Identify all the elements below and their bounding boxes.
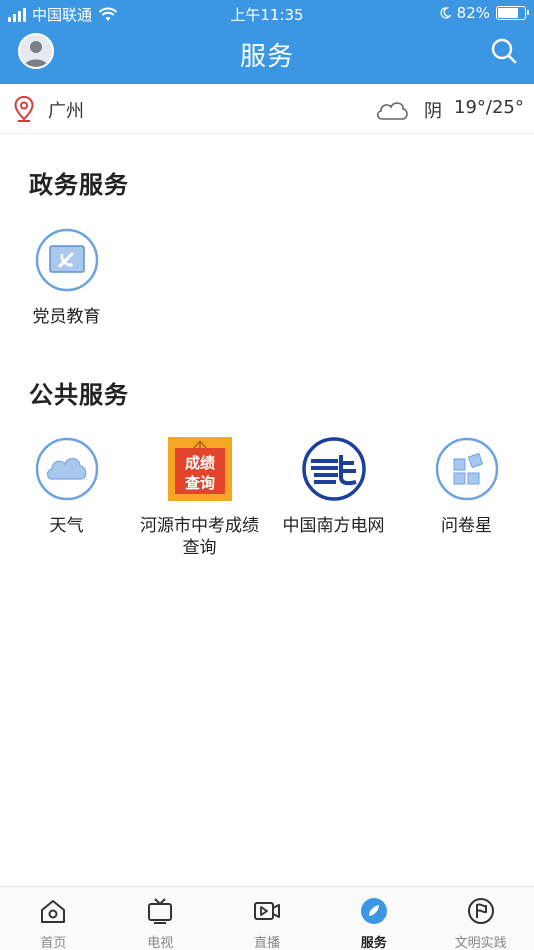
service-label: 党员教育 [32, 307, 101, 327]
tab-live[interactable]: 直播 [214, 887, 321, 950]
live-video-icon [253, 902, 280, 920]
status-bar: 中国联通 上午11:35 82% [0, 0, 534, 28]
battery-percent: 82% [456, 4, 490, 22]
flag-circle-icon [467, 898, 494, 924]
tab-label: 服务 [360, 936, 387, 950]
service-label: 天气 [49, 516, 84, 536]
tab-label: 电视 [147, 936, 174, 950]
moon-icon [440, 7, 451, 19]
weather-condition: 阴 [424, 101, 442, 122]
page-title: 服务 [239, 42, 294, 72]
tab-services[interactable]: 服务 [320, 887, 427, 950]
tab-label: 首页 [40, 936, 67, 950]
score-icon-text-2: 查询 [184, 474, 214, 492]
service-score-query[interactable]: 成绩 查询 河源市中考成绩查询 [133, 437, 266, 559]
party-flag-icon [35, 228, 98, 292]
top-bar: 中国联通 上午11:35 82% 服务 [0, 0, 534, 84]
score-query-icon: 成绩 查询 [167, 437, 232, 501]
cloudy-weather-icon [376, 102, 408, 120]
location-weather-row: 广州 阴 19°/25° [0, 84, 534, 134]
service-power-grid[interactable]: 中国南方电网 [267, 437, 400, 537]
section-title-public-services: 公共服务 [29, 381, 129, 409]
service-party-education[interactable]: 党员教育 [0, 228, 133, 328]
search-icon[interactable] [490, 37, 518, 65]
compass-icon [360, 898, 387, 924]
app-header: 服务 [0, 28, 534, 84]
tab-home[interactable]: 首页 [0, 887, 107, 950]
bottom-tab-bar: 首页 电视 直播 服务 文明实践 [0, 886, 534, 950]
survey-icon [435, 437, 498, 501]
tab-civilization-practice[interactable]: 文明实践 [427, 887, 534, 950]
service-survey-star[interactable]: 问卷星 [400, 437, 533, 537]
cloud-icon [35, 437, 98, 501]
service-label: 中国南方电网 [282, 516, 385, 536]
service-weather[interactable]: 天气 [0, 437, 133, 537]
temperature-range: 19°/25° [454, 97, 524, 118]
location-pin-icon [14, 96, 34, 122]
power-grid-icon [301, 437, 366, 501]
battery-fill [498, 8, 518, 18]
section-title-gov-services: 政务服务 [29, 171, 129, 199]
home-icon [41, 900, 66, 923]
service-label: 问卷星 [441, 516, 492, 536]
score-icon-text-1: 成绩 [184, 454, 214, 472]
tab-label: 直播 [253, 936, 280, 950]
tv-icon [148, 898, 173, 924]
status-right: 82% [439, 4, 529, 22]
city-name[interactable]: 广州 [48, 97, 84, 123]
tab-tv[interactable]: 电视 [107, 887, 214, 950]
service-label: 河源市中考成绩查询 [140, 516, 259, 558]
tab-label: 文明实践 [454, 936, 507, 950]
battery-icon [496, 6, 529, 20]
